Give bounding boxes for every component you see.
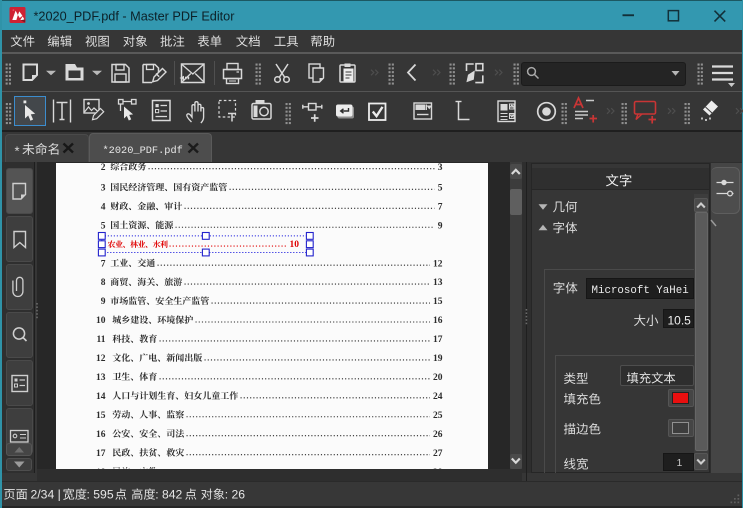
svg-text:20: 20 [433, 373, 443, 383]
svg-text:13: 13 [433, 278, 443, 288]
svg-text:10: 10 [290, 240, 300, 250]
svg-text:1: 1 [677, 457, 683, 469]
svg-text:12: 12 [96, 354, 106, 364]
svg-text:25: 25 [433, 411, 443, 421]
svg-text:12: 12 [433, 259, 443, 269]
svg-text:16: 16 [433, 316, 443, 326]
svg-text:5: 5 [438, 183, 443, 193]
svg-text:18: 18 [96, 468, 106, 478]
svg-text:3: 3 [438, 163, 443, 173]
svg-text:14: 14 [96, 392, 106, 402]
svg-text:24: 24 [433, 392, 443, 402]
svg-text:17: 17 [433, 335, 443, 345]
svg-text:2/34 |: 2/34 | [31, 488, 61, 502]
svg-text:*2020_PDF.pdf: *2020_PDF.pdf [103, 145, 183, 157]
svg-text:2: 2 [101, 163, 106, 173]
svg-text:: 595: : 595 [87, 488, 114, 502]
svg-text:15: 15 [433, 297, 443, 307]
svg-text:*: * [15, 144, 20, 159]
svg-text:27: 27 [433, 449, 443, 459]
svg-text:Microsoft YaHei: Microsoft YaHei [592, 285, 689, 297]
svg-text:7: 7 [438, 202, 443, 212]
svg-text:13: 13 [96, 373, 106, 383]
svg-text:3: 3 [101, 183, 106, 193]
svg-text:11: 11 [97, 335, 106, 345]
svg-text:15: 15 [96, 411, 106, 421]
svg-text:8: 8 [101, 278, 106, 288]
svg-text:26: 26 [433, 430, 443, 440]
svg-text:7: 7 [101, 259, 106, 269]
svg-text:*2020_PDF.pdf - Master PDF Edi: *2020_PDF.pdf - Master PDF Editor [34, 9, 236, 23]
svg-text:28: 28 [433, 468, 443, 478]
svg-text:: 842: : 842 [155, 488, 182, 502]
svg-text:9: 9 [438, 221, 443, 231]
svg-text:16: 16 [96, 430, 106, 440]
svg-text:5: 5 [101, 221, 106, 231]
svg-text:9: 9 [101, 297, 106, 307]
svg-text:: 26: : 26 [225, 488, 246, 502]
svg-text:10.5: 10.5 [668, 314, 692, 328]
svg-text:10: 10 [96, 316, 106, 326]
svg-text:19: 19 [433, 354, 443, 364]
svg-text:17: 17 [96, 449, 106, 459]
svg-text:4: 4 [101, 202, 106, 212]
